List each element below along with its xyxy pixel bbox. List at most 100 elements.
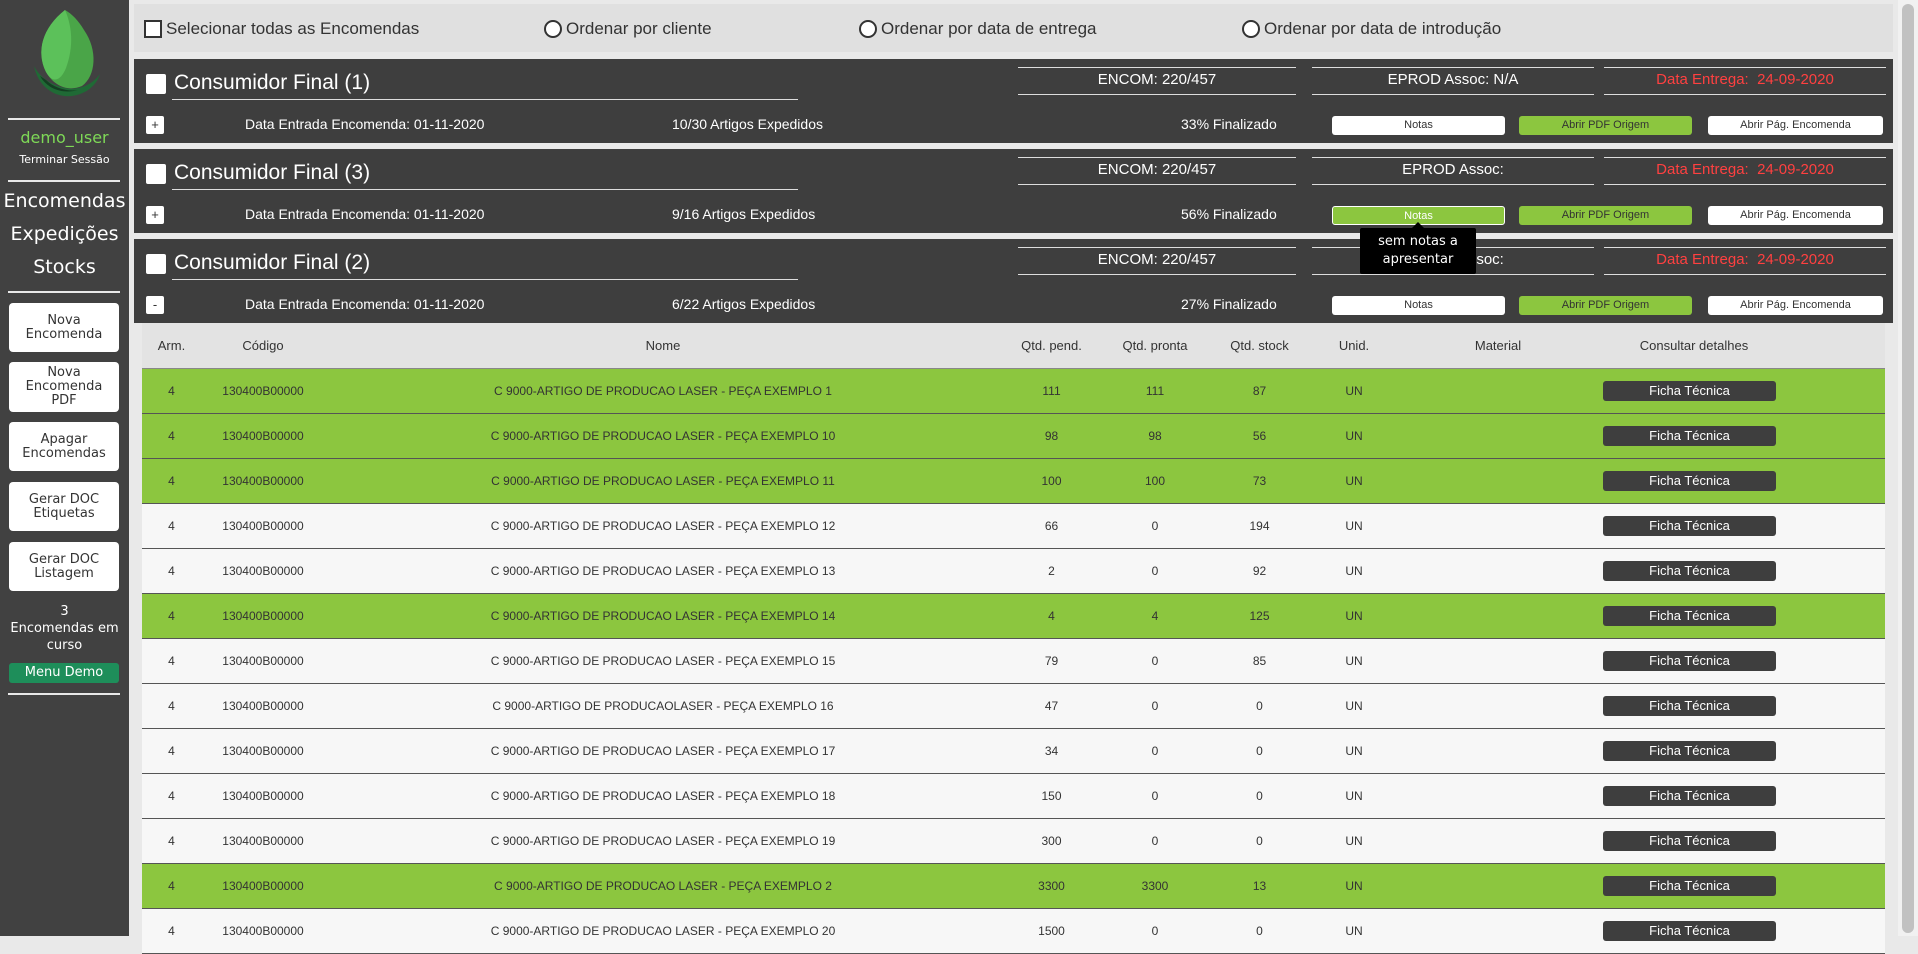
cell-details: Ficha Técnica bbox=[1599, 381, 1785, 401]
order-checkbox[interactable] bbox=[146, 74, 166, 94]
cell-code: 130400B00000 bbox=[222, 519, 304, 533]
sort-intro-option[interactable]: Ordenar por data de introdução bbox=[1242, 19, 1501, 39]
cell-arm: 4 bbox=[168, 789, 175, 803]
cell-ready: 0 bbox=[1151, 789, 1159, 803]
open-pdf-button[interactable]: Abrir PDF Origem bbox=[1519, 206, 1692, 225]
select-all-checkbox[interactable] bbox=[144, 20, 162, 38]
col-header-material[interactable]: Material bbox=[1397, 338, 1599, 353]
generate-list-button[interactable]: Gerar DOC Listagem bbox=[9, 542, 119, 591]
cell-code: 130400B00000 bbox=[222, 834, 304, 848]
cell-details: Ficha Técnica bbox=[1599, 741, 1785, 761]
nav-stocks[interactable]: Stocks bbox=[0, 256, 129, 278]
orders-count-label: Encomendas em bbox=[10, 621, 119, 636]
nav-encomendas[interactable]: Encomendas bbox=[0, 190, 129, 212]
select-all-option[interactable]: Selecionar todas as Encomendas bbox=[144, 19, 419, 39]
open-order-page-button[interactable]: Abrir Pág. Encomenda bbox=[1708, 116, 1883, 135]
page-scrollbar[interactable] bbox=[1898, 0, 1918, 936]
sort-delivery-radio[interactable] bbox=[859, 20, 877, 38]
table-row: 4 130400B00000 C 9000-ARTIGO DE PRODUCAO L… bbox=[142, 864, 1885, 909]
technical-sheet-button[interactable]: Ficha Técnica bbox=[1603, 516, 1776, 536]
cell-arm: 4 bbox=[168, 519, 175, 533]
technical-sheet-button[interactable]: Ficha Técnica bbox=[1603, 786, 1776, 806]
order-delivery-date: Data Entrega: 24-09-2020 bbox=[1604, 67, 1886, 95]
order-toolbar: Selecionar todas as Encomendas Ordenar p… bbox=[134, 4, 1893, 52]
cell-pending: 100 bbox=[1041, 474, 1062, 488]
notes-button[interactable]: Notas bbox=[1332, 296, 1505, 315]
sort-intro-radio[interactable] bbox=[1242, 20, 1260, 38]
generate-labels-button[interactable]: Gerar DOC Etiquetas bbox=[9, 482, 119, 531]
table-row: 4 130400B00000 C 9000-ARTIGO DE PRODUCAO L… bbox=[142, 819, 1885, 864]
open-order-page-button[interactable]: Abrir Pág. Encomenda bbox=[1708, 206, 1883, 225]
cell-stock: 73 bbox=[1252, 474, 1267, 488]
cell-arm: 4 bbox=[168, 609, 175, 623]
cell-unit: UN bbox=[1345, 744, 1363, 758]
col-header-stock[interactable]: Qtd. stock bbox=[1208, 338, 1311, 353]
notes-button[interactable]: Notas bbox=[1332, 116, 1505, 135]
open-pdf-button[interactable]: Abrir PDF Origem bbox=[1519, 296, 1692, 315]
nav-expedicoes[interactable]: Expedições bbox=[0, 223, 129, 245]
cell-stock: 194 bbox=[1249, 519, 1270, 533]
cell-details: Ficha Técnica bbox=[1599, 471, 1785, 491]
technical-sheet-button[interactable]: Ficha Técnica bbox=[1603, 606, 1776, 626]
expand-toggle-button[interactable]: + bbox=[146, 206, 164, 224]
menu-demo-button[interactable]: Menu Demo bbox=[9, 663, 119, 683]
col-header-unit[interactable]: Unid. bbox=[1311, 338, 1397, 353]
cell-name: C 9000-ARTIGO DE PRODUCAO LASER - PEÇA E… bbox=[490, 654, 836, 668]
col-header-name[interactable]: Nome bbox=[325, 338, 1001, 353]
sort-delivery-label: Ordenar por data de entrega bbox=[881, 19, 1097, 38]
cell-stock: 92 bbox=[1252, 564, 1267, 578]
cell-details: Ficha Técnica bbox=[1599, 786, 1785, 806]
technical-sheet-button[interactable]: Ficha Técnica bbox=[1603, 876, 1776, 896]
technical-sheet-button[interactable]: Ficha Técnica bbox=[1603, 921, 1776, 941]
cell-code: 130400B00000 bbox=[222, 789, 304, 803]
open-pdf-button[interactable]: Abrir PDF Origem bbox=[1519, 116, 1692, 135]
order-delivery-date: Data Entrega: 24-09-2020 bbox=[1604, 157, 1886, 185]
table-row: 4 130400B00000 C 9000-ARTIGO DE PRODUCAO L… bbox=[142, 594, 1885, 639]
cell-arm: 4 bbox=[168, 699, 175, 713]
technical-sheet-button[interactable]: Ficha Técnica bbox=[1603, 381, 1776, 401]
col-header-ready[interactable]: Qtd. pronta bbox=[1102, 338, 1208, 353]
delivery-date-label: Data Entrega: bbox=[1656, 71, 1749, 88]
scrollbar-thumb[interactable] bbox=[1902, 4, 1914, 933]
technical-sheet-button[interactable]: Ficha Técnica bbox=[1603, 831, 1776, 851]
col-header-arm[interactable]: Arm. bbox=[142, 338, 201, 353]
order-entry-date: Data Entrada Encomenda: 01-11-2020 bbox=[245, 296, 485, 312]
sort-client-radio[interactable] bbox=[544, 20, 562, 38]
technical-sheet-button[interactable]: Ficha Técnica bbox=[1603, 471, 1776, 491]
col-header-code[interactable]: Código bbox=[201, 338, 325, 353]
orders-count: 3 bbox=[60, 604, 69, 619]
table-row: 4 130400B00000 C 9000-ARTIGO DE PRODUCAO L… bbox=[142, 774, 1885, 819]
collapse-toggle-button[interactable]: - bbox=[146, 296, 164, 314]
logout-link[interactable]: Terminar Sessão bbox=[0, 153, 129, 166]
delete-orders-button[interactable]: Apagar Encomendas bbox=[9, 422, 119, 471]
cell-unit: UN bbox=[1345, 609, 1363, 623]
cell-name: C 9000-ARTIGO DE PRODUCAOLASER - PEÇA EX… bbox=[492, 699, 834, 713]
cell-ready: 0 bbox=[1151, 564, 1159, 578]
cell-unit: UN bbox=[1345, 474, 1363, 488]
table-row: 4 130400B00000 C 9000-ARTIGO DE PRODUCAO L… bbox=[142, 909, 1885, 954]
order-encom: ENCOM: 220/457 bbox=[1018, 247, 1296, 275]
technical-sheet-button[interactable]: Ficha Técnica bbox=[1603, 696, 1776, 716]
technical-sheet-button[interactable]: Ficha Técnica bbox=[1603, 741, 1776, 761]
col-header-pending[interactable]: Qtd. pend. bbox=[1001, 338, 1102, 353]
technical-sheet-button[interactable]: Ficha Técnica bbox=[1603, 426, 1776, 446]
cell-ready: 0 bbox=[1151, 519, 1159, 533]
cell-unit: UN bbox=[1345, 789, 1363, 803]
cell-arm: 4 bbox=[168, 879, 175, 893]
new-order-button[interactable]: Nova Encomenda bbox=[9, 303, 119, 352]
cell-pending: 4 bbox=[1048, 609, 1055, 623]
cell-stock: 56 bbox=[1252, 429, 1267, 443]
new-order-pdf-button[interactable]: Nova Encomenda PDF bbox=[9, 362, 119, 412]
expand-toggle-button[interactable]: + bbox=[146, 116, 164, 134]
technical-sheet-button[interactable]: Ficha Técnica bbox=[1603, 651, 1776, 671]
order-checkbox[interactable] bbox=[146, 254, 166, 274]
sort-delivery-option[interactable]: Ordenar por data de entrega bbox=[859, 19, 1096, 39]
open-order-page-button[interactable]: Abrir Pág. Encomenda bbox=[1708, 296, 1883, 315]
order-checkbox[interactable] bbox=[146, 164, 166, 184]
technical-sheet-button[interactable]: Ficha Técnica bbox=[1603, 561, 1776, 581]
cell-pending: 98 bbox=[1044, 429, 1059, 443]
order-title: Consumidor Final (2) bbox=[172, 251, 798, 280]
cell-arm: 4 bbox=[168, 834, 175, 848]
sort-client-option[interactable]: Ordenar por cliente bbox=[544, 19, 712, 39]
username: demo_user bbox=[20, 128, 109, 147]
